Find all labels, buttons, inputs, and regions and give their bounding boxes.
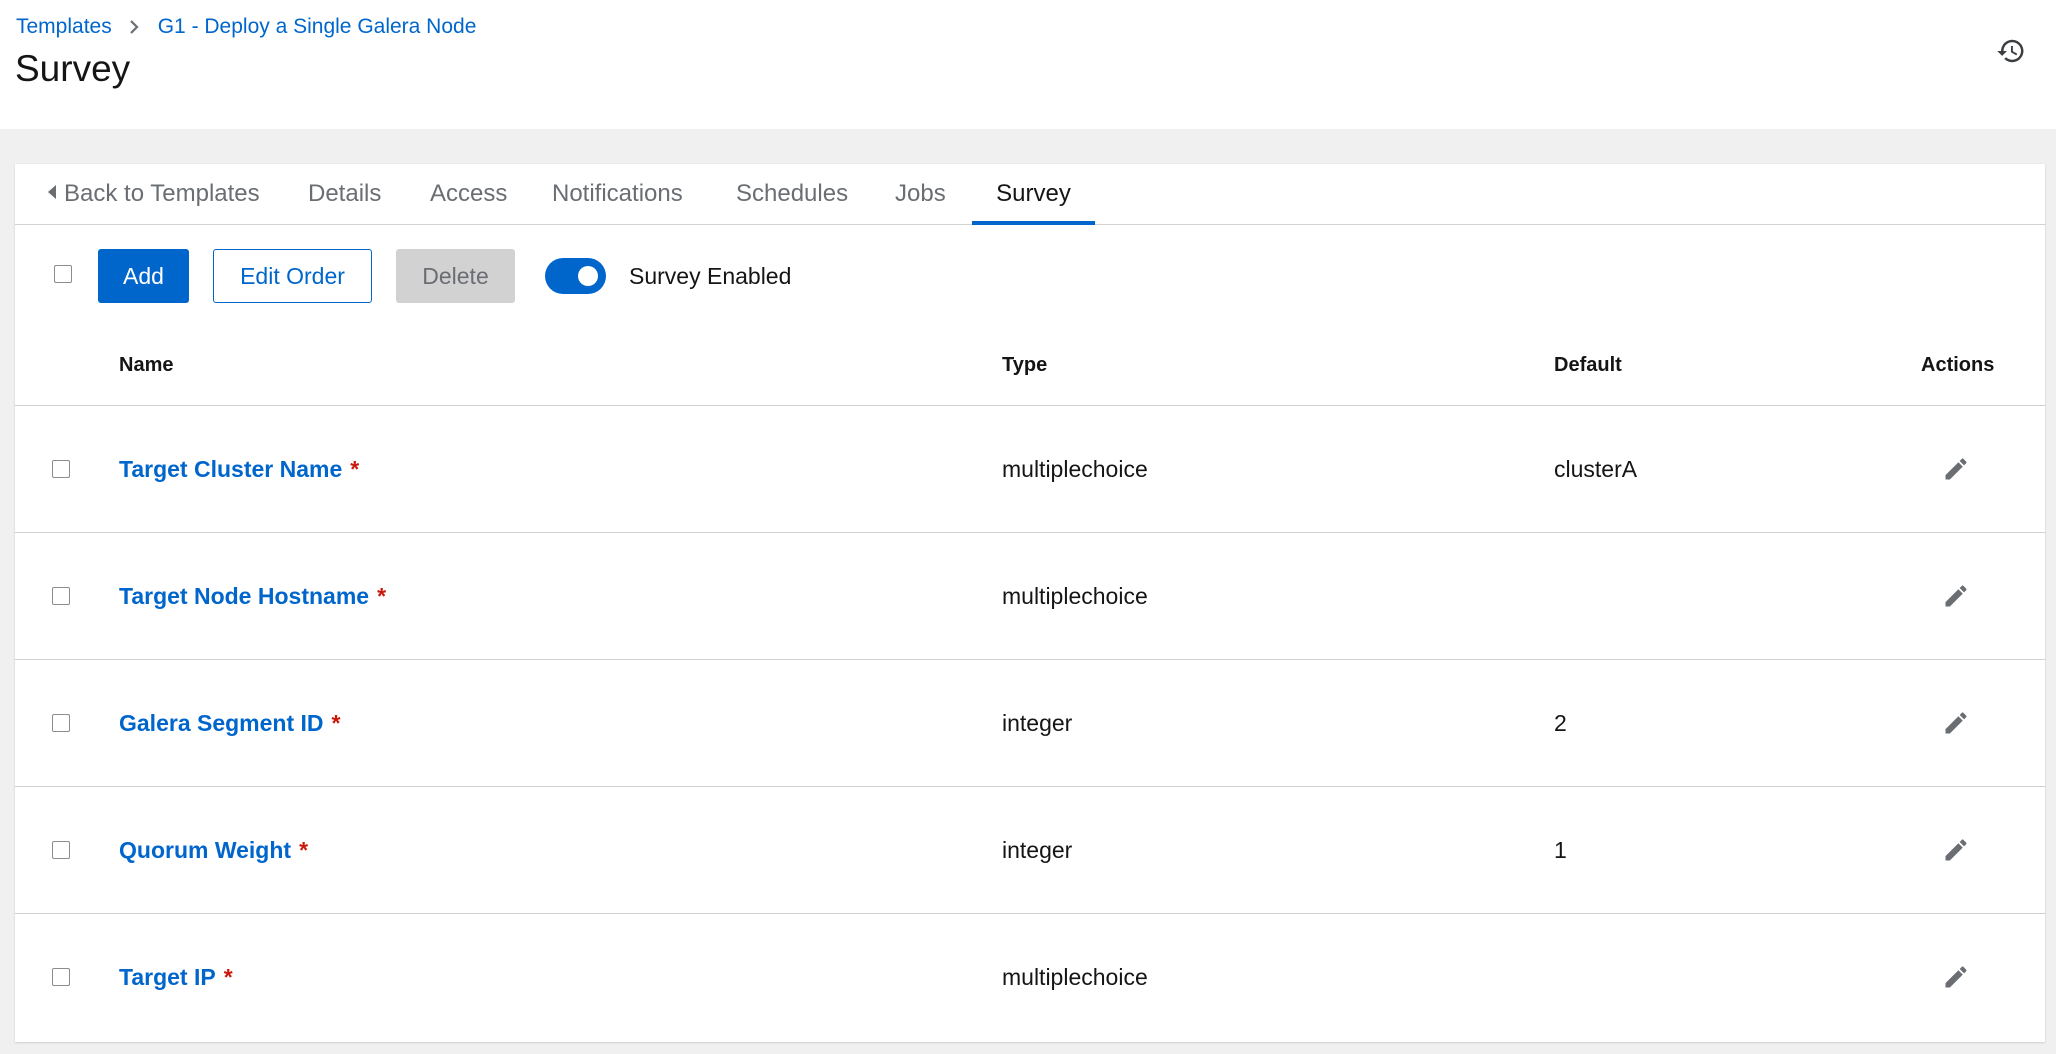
required-indicator: *	[331, 710, 341, 736]
breadcrumb: Templates G1 - Deploy a Single Galera No…	[16, 15, 476, 39]
tab-label: Jobs	[895, 180, 946, 207]
survey-card: Back to Templates Details Access Notific…	[15, 164, 2045, 1042]
question-name-link[interactable]: Target Node Hostname *	[119, 533, 386, 659]
survey-enabled-toggle[interactable]	[545, 258, 606, 294]
question-name: Target Cluster Name	[119, 456, 343, 482]
row-checkbox[interactable]	[52, 841, 70, 859]
tab-schedules[interactable]: Schedules	[736, 164, 848, 225]
question-type: multiplechoice	[1002, 456, 1148, 482]
row-checkbox[interactable]	[52, 714, 70, 732]
question-default: 1	[1554, 837, 1567, 863]
table-row: Quorum Weight * integer 1	[15, 787, 2045, 914]
table-row: Galera Segment ID * integer 2	[15, 660, 2045, 787]
edit-order-button[interactable]: Edit Order	[213, 249, 372, 303]
question-type: integer	[1002, 837, 1073, 863]
table-row: Target Cluster Name * multiplechoice clus…	[15, 406, 2045, 533]
column-header-type[interactable]: Type	[1002, 325, 1047, 405]
add-button[interactable]: Add	[98, 249, 189, 303]
question-name: Galera Segment ID	[119, 710, 324, 736]
tab-label: Survey	[996, 180, 1071, 207]
question-name-link[interactable]: Galera Segment ID *	[119, 660, 340, 786]
tab-back-to-templates[interactable]: Back to Templates	[48, 164, 260, 225]
question-default: clusterA	[1554, 456, 1638, 482]
caret-left-icon	[48, 184, 56, 199]
toggle-knob	[578, 266, 598, 286]
table-header: Name Type Default Actions	[15, 325, 2045, 406]
question-type: multiplechoice	[1002, 964, 1148, 990]
column-header-actions: Actions	[1921, 354, 1995, 376]
tab-notifications[interactable]: Notifications	[552, 164, 683, 225]
breadcrumb-templates-link[interactable]: Templates	[16, 15, 112, 39]
delete-button[interactable]: Delete	[396, 249, 515, 303]
pencil-icon[interactable]	[1942, 455, 1970, 483]
tab-label: Schedules	[736, 180, 849, 207]
history-icon[interactable]	[1996, 36, 2026, 66]
row-checkbox[interactable]	[52, 460, 70, 478]
page-title: Survey	[15, 48, 131, 89]
tab-details[interactable]: Details	[308, 164, 381, 225]
question-name-link[interactable]: Quorum Weight *	[119, 787, 308, 913]
toolbar: Add Edit Order Delete Survey Enabled	[15, 225, 2045, 323]
required-indicator: *	[223, 964, 233, 990]
tab-bar: Back to Templates Details Access Notific…	[15, 164, 2045, 225]
question-name: Quorum Weight	[119, 837, 292, 863]
required-indicator: *	[299, 837, 309, 863]
column-header-name[interactable]: Name	[119, 325, 173, 405]
question-name-link[interactable]: Target IP *	[119, 914, 233, 1040]
row-checkbox[interactable]	[52, 968, 70, 986]
tab-survey[interactable]: Survey	[972, 164, 1095, 225]
tab-label: Notifications	[552, 180, 683, 207]
tab-access[interactable]: Access	[430, 164, 507, 225]
table-row: Target IP * multiplechoice	[15, 914, 2045, 1041]
question-name: Target Node Hostname	[119, 583, 370, 609]
row-checkbox[interactable]	[52, 587, 70, 605]
chevron-right-icon	[128, 19, 140, 35]
survey-enabled-label: Survey Enabled	[629, 263, 792, 289]
question-default: 2	[1554, 710, 1567, 736]
table-row: Target Node Hostname * multiplechoice	[15, 533, 2045, 660]
required-indicator: *	[377, 583, 387, 609]
pencil-icon[interactable]	[1942, 836, 1970, 864]
column-header-default[interactable]: Default	[1554, 325, 1622, 405]
select-all-checkbox[interactable]	[54, 265, 72, 283]
question-type: integer	[1002, 710, 1073, 736]
pencil-icon[interactable]	[1942, 709, 1970, 737]
page-header: Templates G1 - Deploy a Single Galera No…	[0, 0, 2056, 129]
pencil-icon[interactable]	[1942, 582, 1970, 610]
tab-label: Details	[308, 180, 382, 207]
breadcrumb-template-link[interactable]: G1 - Deploy a Single Galera Node	[158, 15, 477, 39]
required-indicator: *	[350, 456, 360, 482]
tab-label: Access	[430, 180, 508, 207]
pencil-icon[interactable]	[1942, 963, 1970, 991]
question-name-link[interactable]: Target Cluster Name *	[119, 406, 359, 532]
tab-jobs[interactable]: Jobs	[895, 164, 946, 225]
question-name: Target IP	[119, 964, 216, 990]
tab-label: Back to Templates	[64, 180, 260, 207]
question-type: multiplechoice	[1002, 583, 1148, 609]
